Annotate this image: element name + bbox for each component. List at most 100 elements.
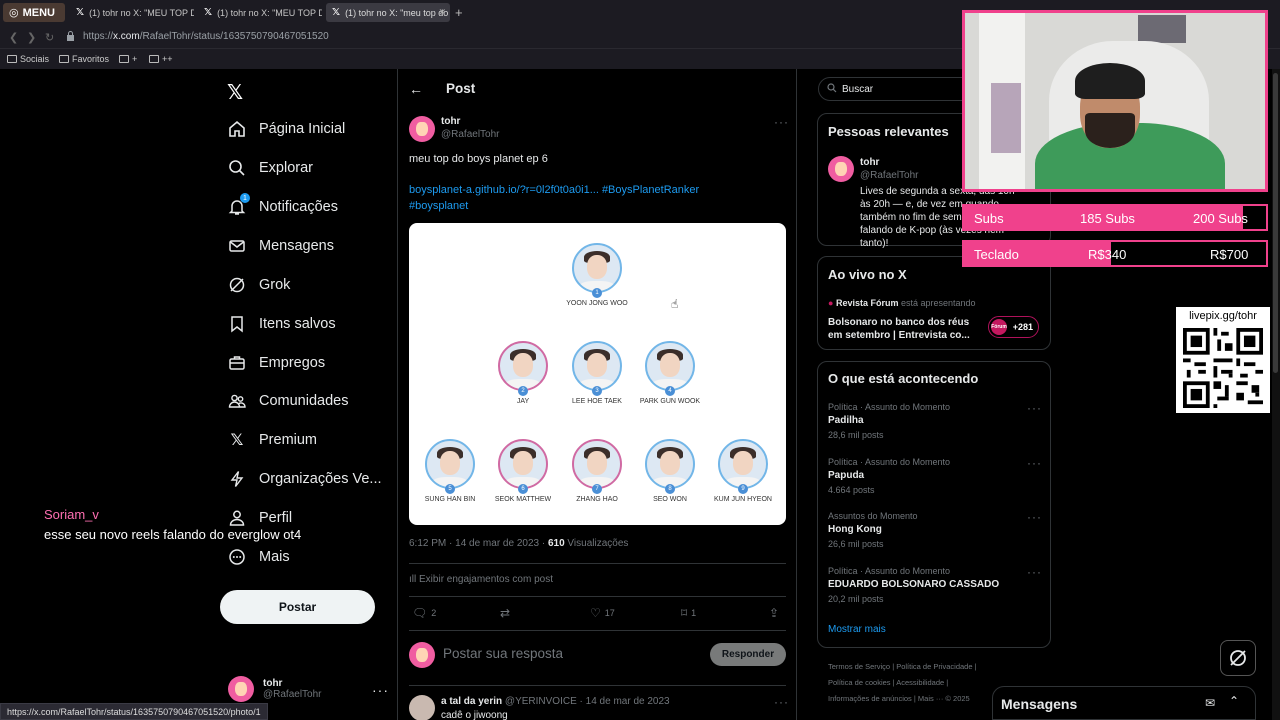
back-icon[interactable]: ❮ bbox=[9, 31, 18, 44]
show-more-link[interactable]: Mostrar mais bbox=[828, 624, 886, 635]
nav-verified-orgs[interactable]: Organizações Ve... bbox=[228, 470, 382, 488]
new-message-icon[interactable]: ✉ bbox=[1205, 696, 1215, 710]
nav-profile[interactable]: Perfil bbox=[228, 509, 292, 527]
bookmark-folder-plusplus[interactable]: ++ bbox=[149, 54, 173, 64]
nav-label: Mais bbox=[259, 549, 290, 565]
expand-icon[interactable]: ⌃ bbox=[1229, 694, 1239, 708]
nav-home[interactable]: Página Inicial bbox=[228, 120, 345, 138]
live-headline[interactable]: Bolsonaro no banco dos réus em setembro … bbox=[828, 316, 978, 342]
nav-explore[interactable]: Explorar bbox=[228, 159, 313, 177]
communities-icon bbox=[228, 392, 246, 410]
author-avatar[interactable] bbox=[409, 116, 435, 142]
like-action[interactable]: ♡ 17 bbox=[590, 606, 615, 620]
nav-bookmarks[interactable]: Itens salvos bbox=[228, 315, 336, 333]
trend-more-icon[interactable]: ··· bbox=[1027, 401, 1042, 415]
new-tab-icon[interactable]: + bbox=[455, 5, 463, 20]
trend-title[interactable]: Padilha bbox=[828, 415, 864, 426]
chart-icon: ıll bbox=[409, 574, 417, 585]
link-status-bar: https://x.com/RafaelTohr/status/16357507… bbox=[0, 703, 268, 720]
qr-label: livepix.gg/tohr bbox=[1189, 310, 1257, 322]
menu-icon: ◎ bbox=[9, 7, 19, 19]
envelope-icon bbox=[228, 237, 246, 255]
post-button[interactable]: Postar bbox=[220, 590, 375, 624]
relevant-avatar[interactable] bbox=[828, 156, 854, 182]
bookmark-folder-sociais[interactable]: Sociais bbox=[7, 54, 49, 64]
rank-badge: 1 bbox=[592, 288, 602, 298]
live-listeners-pill[interactable]: Fórum +281 bbox=[988, 316, 1039, 338]
trend-more-icon[interactable]: ··· bbox=[1027, 565, 1042, 579]
reply-input[interactable]: Postar sua resposta bbox=[443, 646, 563, 661]
nav-notifications[interactable]: 1 Notificações bbox=[228, 193, 338, 216]
trainee-name: KUM JUN HYEON bbox=[714, 496, 772, 503]
nav-grok[interactable]: Grok bbox=[228, 276, 290, 294]
author-name[interactable]: tohr bbox=[441, 116, 460, 127]
browser-tab-3[interactable]: 𝕏 (1) tohr no X: "meu top do ✕ bbox=[326, 3, 450, 22]
post-link[interactable]: boysplanet-a.github.io/?r=0l2f0t0a0i1...… bbox=[409, 184, 699, 196]
post-more-icon[interactable]: ··· bbox=[774, 115, 789, 129]
nav-communities[interactable]: Comunidades bbox=[228, 392, 348, 410]
trend-more-icon[interactable]: ··· bbox=[1027, 456, 1042, 470]
browser-tab-2[interactable]: 𝕏 (1) tohr no X: "MEU TOP D bbox=[198, 3, 322, 22]
browser-tab-1[interactable]: 𝕏 (1) tohr no X: "MEU TOP D bbox=[70, 3, 194, 22]
footer-links[interactable]: Informações de anúncios | Mais ··· © 202… bbox=[828, 694, 970, 703]
account-switcher[interactable]: tohr @RafaelTohr bbox=[228, 676, 322, 702]
scrollbar-thumb[interactable] bbox=[1273, 73, 1278, 373]
bell-icon: 1 bbox=[228, 193, 250, 216]
url-field[interactable]: https://x.com/RafaelTohr/status/16357507… bbox=[83, 31, 329, 42]
relevant-handle[interactable]: @RafaelTohr bbox=[860, 170, 919, 181]
nav-more[interactable]: Mais bbox=[228, 548, 290, 566]
messages-drawer[interactable]: Mensagens ✉ ⌃ bbox=[992, 686, 1256, 720]
commenter-handle: @YERINVOICE · 14 de mar de 2023 bbox=[504, 696, 670, 707]
reply-action[interactable]: 🗨︎ 2 bbox=[412, 606, 436, 620]
grok-button[interactable] bbox=[1220, 640, 1256, 676]
reload-icon[interactable]: ↻ bbox=[45, 31, 54, 44]
comment-more-icon[interactable]: ··· bbox=[774, 695, 789, 709]
nav-messages[interactable]: Mensagens bbox=[228, 237, 334, 255]
search-input[interactable]: Buscar bbox=[818, 77, 978, 101]
account-more-icon[interactable]: ··· bbox=[372, 682, 389, 698]
footer-links[interactable]: Política de cookies | Acessibilidade | bbox=[828, 678, 948, 687]
avatar bbox=[228, 676, 254, 702]
trend-more-icon[interactable]: ··· bbox=[1027, 510, 1042, 524]
trend-title[interactable]: Hong Kong bbox=[828, 524, 882, 535]
back-arrow-icon[interactable]: ← bbox=[409, 81, 423, 97]
nav-label: Premium bbox=[259, 432, 318, 448]
nav-premium[interactable]: 𝕏 Premium bbox=[228, 431, 317, 449]
teclado-goal-target: R$700 bbox=[1210, 247, 1249, 262]
engagements-label: Exibir engajamentos com post bbox=[419, 574, 553, 585]
nav-jobs[interactable]: Empregos bbox=[228, 354, 325, 372]
footer-links[interactable]: Termos de Serviço | Política de Privacid… bbox=[828, 662, 977, 671]
reply-button[interactable]: Responder bbox=[710, 643, 786, 666]
nav-label: Grok bbox=[259, 277, 291, 293]
trend-category: Política · Assunto do Momento bbox=[828, 402, 951, 412]
search-icon bbox=[228, 159, 246, 177]
trend-category: Política · Assunto do Momento bbox=[828, 457, 951, 467]
url-domain: x.com bbox=[113, 31, 140, 42]
repost-action[interactable]: ⇄ bbox=[500, 606, 514, 620]
share-action[interactable]: ⇪ bbox=[769, 606, 779, 620]
forward-icon[interactable]: ❯ bbox=[27, 31, 36, 44]
tab-title: (1) tohr no X: "MEU TOP D bbox=[89, 7, 194, 18]
author-handle[interactable]: @RafaelTohr bbox=[441, 129, 500, 140]
trend-title[interactable]: Papuda bbox=[828, 470, 864, 481]
menu-button[interactable]: ◎ MENU bbox=[3, 3, 65, 22]
post-hashtag[interactable]: #boysplanet bbox=[409, 200, 468, 212]
relevant-name[interactable]: tohr bbox=[860, 157, 879, 168]
bookmark-folder-plus[interactable]: + bbox=[119, 54, 137, 64]
trend-title[interactable]: EDUARDO BOLSONARO CASSADO bbox=[828, 579, 999, 590]
engagements-link[interactable]: ıll Exibir engajamentos com post bbox=[409, 574, 553, 585]
post-image[interactable]: 1 YOON JONG WOO 2 JAY 3 LEE HOE TAEK 4 P… bbox=[409, 223, 786, 525]
nav-label: Página Inicial bbox=[259, 121, 346, 137]
close-tab-icon[interactable]: ✕ bbox=[438, 7, 446, 18]
bookmark-folder-favoritos[interactable]: Favoritos bbox=[59, 54, 109, 64]
post-meta: 6:12 PM · 14 de mar de 2023 · 610 Visual… bbox=[409, 538, 628, 549]
folder-icon bbox=[119, 55, 129, 63]
home-icon bbox=[228, 120, 246, 138]
trend-category: Política · Assunto do Momento bbox=[828, 566, 951, 576]
rank-badge: 6 bbox=[518, 484, 528, 494]
trainee-name: YOON JONG WOO bbox=[566, 300, 628, 307]
bookmark-action[interactable]: ⌑ 1 bbox=[681, 606, 696, 620]
commenter-name[interactable]: a tal da yerin bbox=[441, 696, 502, 707]
commenter-avatar[interactable] bbox=[409, 695, 435, 720]
x-logo-icon[interactable]: 𝕏 bbox=[227, 80, 243, 105]
